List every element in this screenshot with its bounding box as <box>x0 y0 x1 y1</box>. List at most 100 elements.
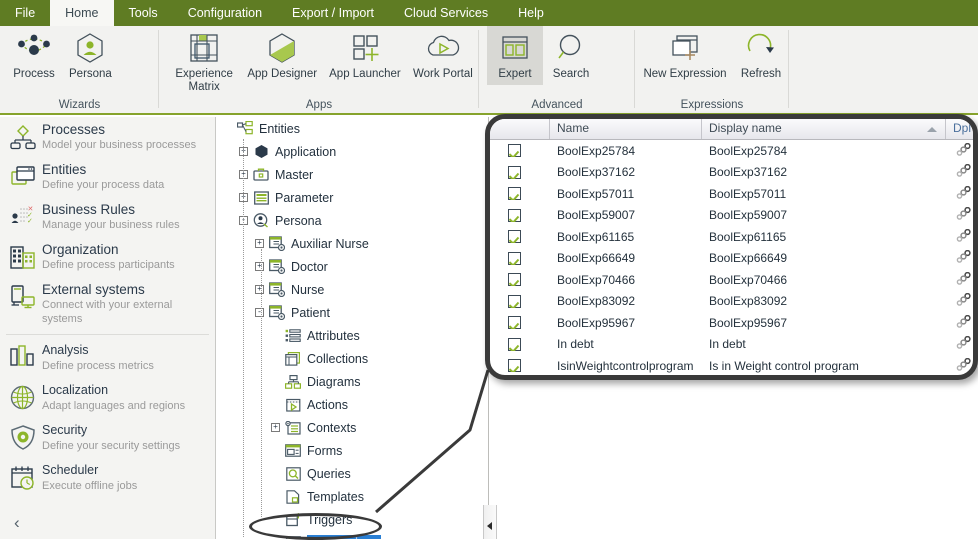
menu-item-file[interactable]: File <box>0 0 50 26</box>
grid-header-display-name-column[interactable]: Display name <box>702 119 946 139</box>
row-checkbox-cell[interactable] <box>490 359 550 372</box>
horizontal-scrollbar[interactable] <box>483 505 497 539</box>
grid-row[interactable]: BoolExp61165BoolExp61165 <box>490 226 973 248</box>
tree-node-patient[interactable]: -Patient <box>217 301 488 324</box>
nav-item-entities[interactable]: Entities Define your process data <box>0 157 215 197</box>
nav-item-organization[interactable]: Organization Define process participants <box>0 237 215 277</box>
cell-dpl[interactable] <box>946 336 978 352</box>
nav-item-external-systems[interactable]: External systems Connect with your exter… <box>0 277 215 331</box>
tree-node-expressions[interactable]: Expressions <box>217 531 488 539</box>
cell-dpl[interactable] <box>946 358 978 374</box>
grid-header-dpl-column[interactable]: Dpl <box>946 119 978 139</box>
ribbon-button-app-launcher[interactable]: App Launcher <box>323 26 407 81</box>
cell-dpl[interactable] <box>946 143 978 159</box>
ribbon-button-refresh[interactable]: Refresh <box>733 26 789 81</box>
row-checkbox-cell[interactable] <box>490 230 550 243</box>
tree-node-application[interactable]: +Application <box>217 140 488 163</box>
tree-node-parameter[interactable]: +Parameter <box>217 186 488 209</box>
row-checkbox-cell[interactable] <box>490 338 550 351</box>
grid-row[interactable]: BoolExp95967BoolExp95967 <box>490 312 973 334</box>
tree-expand-icon[interactable]: + <box>255 285 264 294</box>
tree-node-diagrams[interactable]: Diagrams <box>217 370 488 393</box>
ribbon-button-app-designer[interactable]: App Designer <box>241 26 323 81</box>
tree-node-attributes[interactable]: Attributes <box>217 324 488 347</box>
link-icon[interactable] <box>956 209 972 223</box>
grid-row[interactable]: BoolExp37162BoolExp37162 <box>490 162 973 184</box>
link-icon[interactable] <box>956 317 972 331</box>
menu-item-cloud-services[interactable]: Cloud Services <box>389 0 503 26</box>
link-icon[interactable] <box>956 338 972 352</box>
row-checkbox-cell[interactable] <box>490 144 550 157</box>
cell-dpl[interactable] <box>946 293 978 309</box>
row-checkbox[interactable] <box>508 252 521 265</box>
grid-row[interactable]: BoolExp25784BoolExp25784 <box>490 140 973 162</box>
cell-dpl[interactable] <box>946 250 978 266</box>
nav-item-security[interactable]: Security Define your security settings <box>0 418 215 458</box>
row-checkbox-cell[interactable] <box>490 209 550 222</box>
row-checkbox[interactable] <box>508 359 521 372</box>
link-icon[interactable] <box>956 166 972 180</box>
row-checkbox-cell[interactable] <box>490 166 550 179</box>
ribbon-button-work-portal[interactable]: Work Portal <box>407 26 479 81</box>
tree-node-collections[interactable]: Collections <box>217 347 488 370</box>
ribbon-button-experience-matrix[interactable]: Experience Matrix <box>167 26 241 94</box>
row-checkbox-cell[interactable] <box>490 187 550 200</box>
grid-row[interactable]: In debtIn debt <box>490 334 973 356</box>
grid-header-checkbox-column[interactable] <box>490 119 550 139</box>
ribbon-button-expert[interactable]: Expert <box>487 26 543 85</box>
menu-item-configuration[interactable]: Configuration <box>173 0 277 26</box>
tree-expand-icon[interactable]: + <box>255 262 264 271</box>
tree-node-persona[interactable]: -Persona <box>217 209 488 232</box>
tree-expand-icon[interactable]: + <box>255 239 264 248</box>
row-checkbox-cell[interactable] <box>490 295 550 308</box>
row-checkbox[interactable] <box>508 230 521 243</box>
row-checkbox[interactable] <box>508 166 521 179</box>
scroll-left-arrow-icon[interactable] <box>487 522 492 530</box>
row-checkbox-cell[interactable] <box>490 273 550 286</box>
nav-item-scheduler[interactable]: Scheduler Execute offline jobs <box>0 458 215 498</box>
menu-item-export-import[interactable]: Export / Import <box>277 0 389 26</box>
cell-dpl[interactable] <box>946 186 978 202</box>
grid-row[interactable]: BoolExp70466BoolExp70466 <box>490 269 973 291</box>
nav-item-business-rules[interactable]: ✕ ✓ ✓ Business Rules Manage your busines… <box>0 197 215 237</box>
cell-dpl[interactable] <box>946 272 978 288</box>
row-checkbox-cell[interactable] <box>490 252 550 265</box>
grid-row[interactable]: IsinWeightcontrolprogramIs in Weight con… <box>490 355 973 377</box>
tree-node-triggers[interactable]: Triggers <box>217 508 488 531</box>
grid-row[interactable]: BoolExp83092BoolExp83092 <box>490 291 973 313</box>
row-checkbox[interactable] <box>508 273 521 286</box>
tree-node-queries[interactable]: Queries <box>217 462 488 485</box>
link-icon[interactable] <box>956 274 972 288</box>
link-icon[interactable] <box>956 188 972 202</box>
menu-item-help[interactable]: Help <box>503 0 559 26</box>
cell-dpl[interactable] <box>946 229 978 245</box>
link-icon[interactable] <box>956 360 972 374</box>
link-icon[interactable] <box>956 252 972 266</box>
tree-node-forms[interactable]: Forms <box>217 439 488 462</box>
tree-node-templates[interactable]: Templates <box>217 485 488 508</box>
row-checkbox[interactable] <box>508 338 521 351</box>
tree-node-entities[interactable]: Entities <box>217 117 488 140</box>
link-icon[interactable] <box>956 295 972 309</box>
tree-node-auxiliar-nurse[interactable]: +Auxiliar Nurse <box>217 232 488 255</box>
cell-dpl[interactable] <box>946 164 978 180</box>
row-checkbox[interactable] <box>508 187 521 200</box>
tree-node-master[interactable]: +Master <box>217 163 488 186</box>
nav-item-analysis[interactable]: Analysis Define process metrics <box>0 338 215 378</box>
tree-node-contexts[interactable]: +Contexts <box>217 416 488 439</box>
link-icon[interactable] <box>956 231 972 245</box>
tree-node-doctor[interactable]: +Doctor <box>217 255 488 278</box>
row-checkbox[interactable] <box>508 295 521 308</box>
ribbon-button-process[interactable]: Process <box>6 26 62 81</box>
ribbon-button-search[interactable]: Search <box>543 26 599 81</box>
grid-row[interactable]: BoolExp59007BoolExp59007 <box>490 205 973 227</box>
row-checkbox[interactable] <box>508 316 521 329</box>
menu-item-tools[interactable]: Tools <box>114 0 173 26</box>
row-checkbox-cell[interactable] <box>490 316 550 329</box>
grid-row[interactable]: PatientispregnantPatient is pregnant <box>490 377 973 381</box>
nav-item-processes[interactable]: Processes Model your business processes <box>0 117 215 157</box>
link-icon[interactable] <box>956 145 972 159</box>
grid-row[interactable]: BoolExp57011BoolExp57011 <box>490 183 973 205</box>
row-checkbox[interactable] <box>508 144 521 157</box>
collapse-panel-button[interactable]: ‹ <box>14 514 20 531</box>
